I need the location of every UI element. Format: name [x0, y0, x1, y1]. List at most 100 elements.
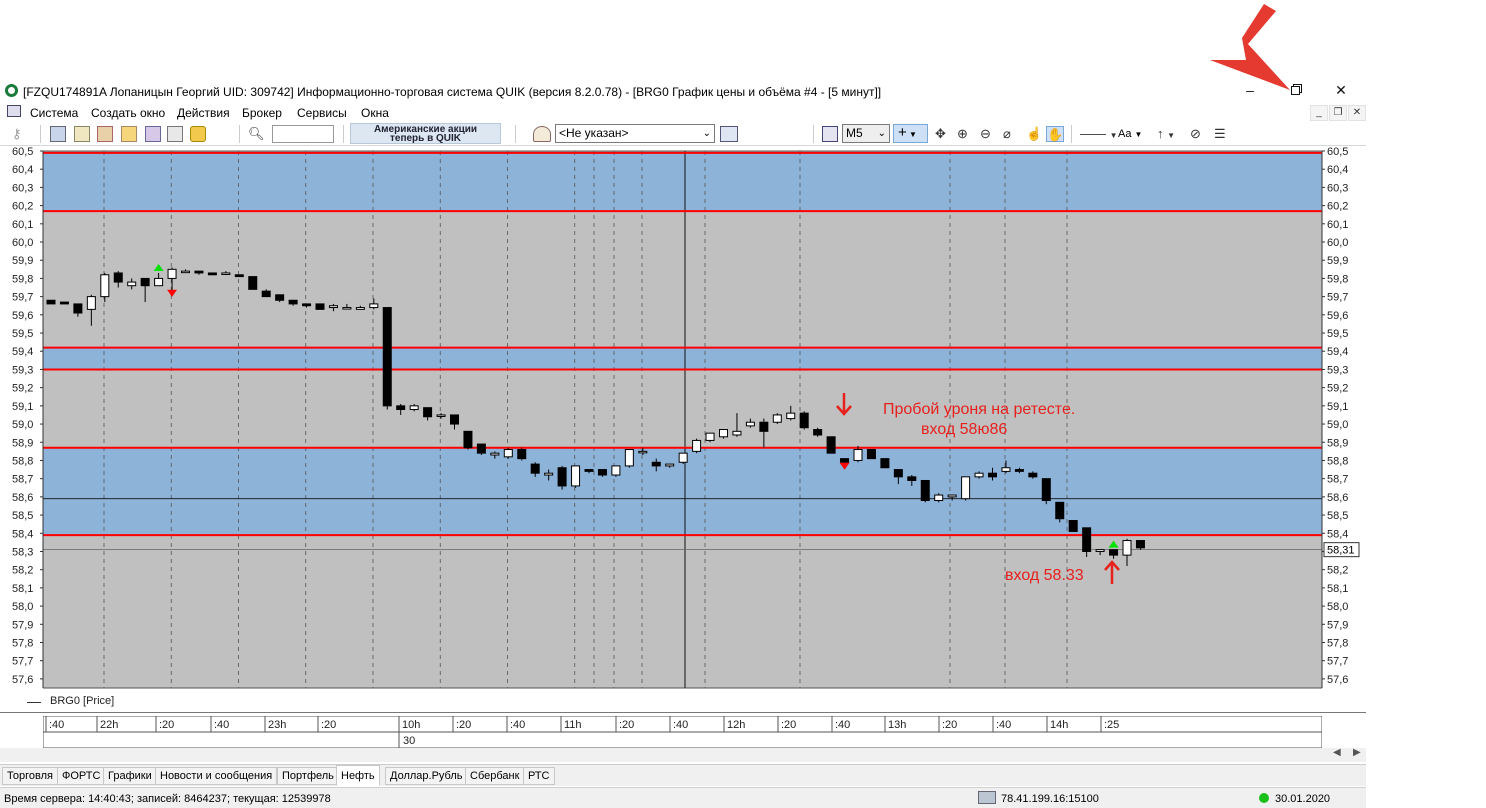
candle: [140, 277, 150, 287]
ruler-icon[interactable]: ⌀: [1003, 126, 1011, 142]
tab-news[interactable]: Новости и сообщения: [155, 767, 278, 785]
candle: [745, 421, 755, 427]
candle: [1028, 472, 1038, 478]
y-tick-label-right: 59,2: [1327, 383, 1348, 395]
search-input[interactable]: [272, 125, 334, 143]
hide-drawings-icon[interactable]: ⊘: [1190, 126, 1201, 142]
tab-trading[interactable]: Торговля: [2, 767, 58, 785]
menu-system[interactable]: Система: [30, 106, 78, 120]
menu-create-window[interactable]: Создать окно: [91, 106, 165, 120]
deals-icon[interactable]: [145, 126, 161, 142]
candle: [1001, 467, 1011, 472]
account-select[interactable]: <Не указан> ⌄: [555, 124, 715, 143]
key-icon[interactable]: ⚷: [12, 126, 22, 142]
y-tick-label-left: 59,4: [12, 346, 33, 358]
y-tick-label-left: 57,7: [12, 656, 33, 668]
user-settings-icon[interactable]: [720, 126, 738, 142]
crosshair-tool-button[interactable]: + ▼: [893, 124, 928, 143]
candle: [423, 407, 433, 418]
stop-order-icon[interactable]: [74, 126, 90, 142]
time-tick-label: 13h: [888, 719, 906, 731]
tab-portfolio[interactable]: Портфель: [277, 767, 339, 785]
candle: [853, 449, 863, 461]
time-tick-label: 11h: [564, 719, 582, 731]
candle: [813, 429, 823, 436]
y-tick-label-left: 58,8: [12, 455, 33, 467]
tab-sberbank[interactable]: Сбербанк: [465, 767, 525, 785]
time-tick-label: :20: [942, 719, 957, 731]
candle: [584, 469, 594, 472]
candle: [221, 272, 231, 275]
horizontal-scrollbar[interactable]: ◀ ▶: [0, 747, 1366, 762]
zoom-in-icon[interactable]: ⊕: [957, 126, 968, 142]
hand-pointer-icon[interactable]: ☝: [1026, 126, 1042, 142]
arrow-up-tool-icon[interactable]: ↑ ▼: [1157, 126, 1175, 142]
candle: [315, 303, 325, 310]
candle: [476, 443, 486, 454]
close-button[interactable]: ✕: [1318, 80, 1364, 102]
child-window-icon[interactable]: [7, 105, 21, 117]
menu-services[interactable]: Сервисы: [297, 106, 347, 120]
candle: [557, 467, 567, 487]
candle: [181, 270, 190, 274]
price-chart[interactable]: 60,5 60,5 60,4 60,4 60,3 60,3 60,2 60,2 60,1 60,1…: [0, 146, 1366, 696]
mdi-close-button[interactable]: ✕: [1348, 105, 1366, 121]
y-tick-label-right: 59,6: [1327, 310, 1348, 322]
coins-icon[interactable]: [190, 126, 206, 142]
y-tick-label-right: 58,9: [1327, 437, 1348, 449]
new-order-icon[interactable]: [50, 126, 66, 142]
connection-address: 78.41.199.16:15100: [1001, 793, 1099, 805]
y-tick-label-left: 60,0: [12, 237, 33, 249]
scroll-right-icon[interactable]: ▶: [1353, 747, 1361, 758]
menu-bar: Система Создать окно Действия Брокер Сер…: [0, 102, 1366, 122]
account-select-value: <Не указан>: [559, 126, 629, 140]
candle: [786, 412, 796, 420]
time-tick-label: :20: [781, 719, 796, 731]
candle: [934, 494, 944, 502]
candle: [154, 277, 164, 287]
mail-icon[interactable]: [167, 126, 183, 142]
y-tick-label-left: 59,0: [12, 419, 33, 431]
candle: [1122, 540, 1132, 556]
tab-charts[interactable]: Графики: [103, 767, 157, 785]
cancel-order-icon[interactable]: [97, 126, 113, 142]
mdi-minimize-button[interactable]: _: [1310, 105, 1328, 121]
mdi-restore-button[interactable]: ❐: [1329, 105, 1347, 121]
candle: [503, 449, 513, 458]
move-icon[interactable]: ✥: [935, 126, 946, 142]
tab-forts[interactable]: ФОРТС: [57, 767, 106, 785]
y-tick-label-left: 60,4: [12, 164, 33, 176]
tab-rts[interactable]: РТС: [523, 767, 555, 785]
scroll-left-icon[interactable]: ◀: [1333, 747, 1341, 758]
candle: [866, 449, 876, 460]
layers-icon[interactable]: ☰: [1214, 126, 1226, 142]
transfer-icon[interactable]: [121, 126, 137, 142]
window-title: [FZQU174891A Лопаницын Георгий UID: 3097…: [23, 85, 882, 99]
menu-windows[interactable]: Окна: [361, 106, 389, 120]
user-icon[interactable]: [533, 126, 551, 142]
y-tick-label-right: 58,8: [1327, 455, 1348, 467]
candle: [100, 274, 110, 298]
y-tick-label-left: 60,2: [12, 201, 33, 213]
y-tick-label-right: 60,1: [1327, 219, 1348, 231]
time-tick-label: 14h: [1050, 719, 1068, 731]
candle: [396, 405, 406, 410]
search-icon[interactable]: 🔍︎: [248, 126, 265, 142]
pan-hand-icon[interactable]: ✋: [1046, 126, 1064, 142]
restore-button[interactable]: [1272, 80, 1318, 102]
candle: [355, 307, 365, 310]
line-tool-icon[interactable]: —— ▼: [1080, 126, 1118, 142]
tab-oil[interactable]: Нефть: [336, 765, 380, 786]
chart-type-icon[interactable]: [822, 126, 838, 142]
candle: [947, 494, 957, 498]
network-icon: [978, 791, 996, 804]
ad-banner[interactable]: Американские акции теперь в QUIK: [350, 123, 501, 144]
minimize-button[interactable]: –: [1227, 80, 1273, 102]
interval-select[interactable]: M5 ⌄: [842, 124, 890, 143]
text-tool-icon[interactable]: Aa ▼: [1118, 126, 1142, 142]
zoom-out-icon[interactable]: ⊖: [980, 126, 991, 142]
menu-actions[interactable]: Действия: [177, 106, 230, 120]
tab-usd-rub[interactable]: Доллар.Рубль: [385, 767, 468, 785]
candle: [234, 274, 244, 278]
menu-broker[interactable]: Брокер: [242, 106, 282, 120]
